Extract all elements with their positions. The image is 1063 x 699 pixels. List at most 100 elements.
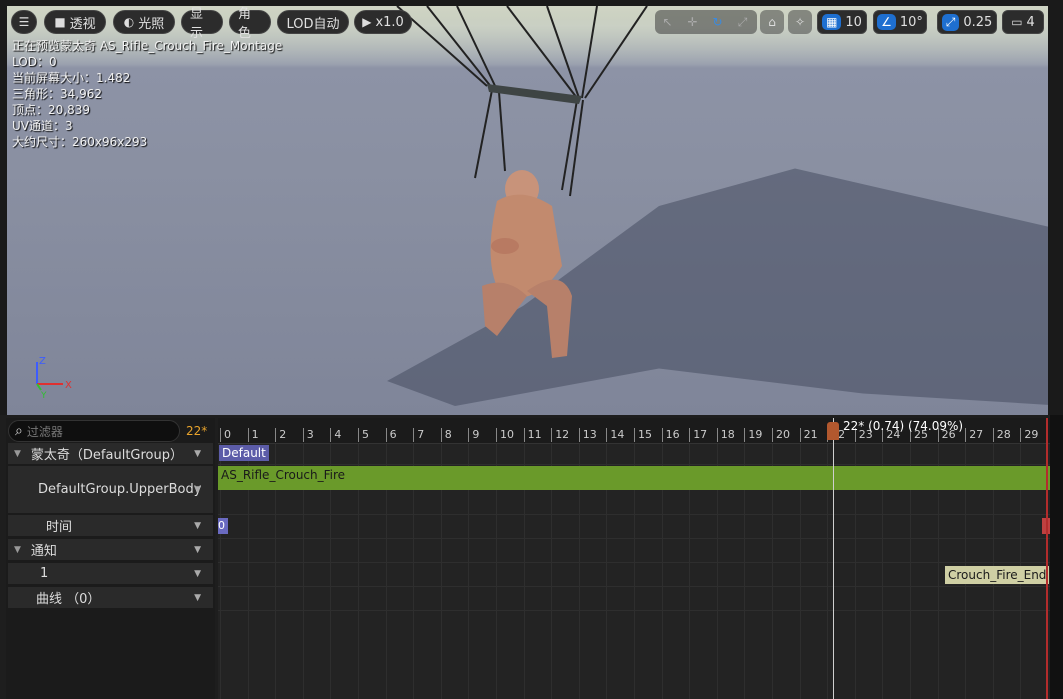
timeline-tick: 3: [302, 428, 314, 442]
timeline-tick: 29: [1020, 428, 1038, 442]
character-button[interactable]: 角色: [229, 7, 271, 41]
start-marker[interactable]: 0: [218, 518, 228, 534]
timeline-tick: 18: [716, 428, 735, 442]
grid-line: [606, 418, 608, 699]
timeline-tick: 13: [578, 428, 597, 442]
row-divider: [218, 464, 1050, 465]
notify-event[interactable]: Crouch_Fire_End: [945, 566, 1050, 584]
notify-row[interactable]: ▼ 通知 ▼: [8, 539, 213, 560]
scale-snap-icon: ⤢: [941, 13, 960, 31]
grid-line: [772, 418, 773, 699]
notify-track-row[interactable]: 1 ▼: [8, 563, 213, 584]
filter-search[interactable]: ⌕ 过滤器: [8, 420, 180, 442]
timeline[interactable]: 0123456789101112131415161718192021222324…: [218, 418, 1050, 699]
timeline-tick: 17: [689, 428, 707, 442]
perspective-button[interactable]: ■ 透视: [44, 10, 106, 34]
grid-line: [634, 418, 635, 699]
info-lod: LOD：0: [12, 55, 57, 69]
rotate-icon[interactable]: ↻: [705, 15, 730, 29]
collapse-triangle-icon[interactable]: ▼: [14, 449, 21, 459]
grid-line: [385, 418, 387, 699]
right-scroll-strip[interactable]: [1050, 415, 1063, 699]
camera-speed-value: 4: [1026, 14, 1035, 30]
grid-line: [330, 418, 332, 699]
timeline-tick: 8: [440, 428, 452, 442]
grid-line: [413, 418, 415, 699]
row-divider: [218, 562, 1050, 563]
grid-line: [799, 418, 801, 699]
section-tag[interactable]: Default: [219, 445, 269, 461]
timeline-tick: 6: [385, 428, 397, 442]
timeline-tick: 9: [468, 428, 479, 442]
curves-row[interactable]: 曲线 （0） ▼: [8, 587, 213, 608]
timeline-tick: 7: [413, 428, 424, 442]
select-icon[interactable]: ↖: [655, 15, 680, 29]
playhead[interactable]: [833, 418, 834, 699]
info-screen-size: 当前屏幕大小：1.482: [12, 71, 131, 85]
timeline-tick: 27: [965, 428, 983, 442]
chevron-down-icon[interactable]: ▼: [194, 485, 201, 495]
row-divider: [218, 586, 1050, 587]
timeline-tick: 14: [606, 428, 624, 442]
timeline-tick: 12: [551, 428, 569, 442]
chevron-down-icon[interactable]: ▼: [194, 593, 201, 603]
surface-snap-button[interactable]: ✧: [788, 10, 812, 34]
cube-icon: ■: [54, 15, 66, 29]
timeline-tick: 5: [358, 428, 369, 442]
playhead-handle[interactable]: [827, 422, 839, 440]
play-speed-button[interactable]: ▶ x1.0: [354, 10, 412, 34]
timeline-tick: 11: [523, 428, 542, 442]
collapse-triangle-icon[interactable]: ▼: [14, 545, 21, 555]
montage-row[interactable]: ▼ 蒙太奇（DefaultGroup） ▼: [8, 443, 213, 464]
timeline-tick: 16: [661, 428, 680, 442]
grid-line: [716, 418, 718, 699]
info-approx-size: 大约尺寸：260x96x293: [12, 135, 148, 149]
chevron-down-icon[interactable]: ▼: [194, 521, 201, 531]
show-button[interactable]: 显示: [181, 7, 223, 41]
grid-line: [882, 418, 884, 699]
character-label: 角色: [238, 7, 252, 41]
grid-line: [689, 418, 691, 699]
lighting-button[interactable]: ◐ 光照: [113, 10, 175, 34]
grid-line: [1020, 418, 1022, 699]
move-icon[interactable]: ✛: [680, 15, 705, 29]
timeline-tick: 0: [220, 428, 231, 442]
axis-z-label: Z: [39, 356, 46, 367]
coordinate-icon: ⌂: [768, 15, 776, 29]
montage-segment[interactable]: AS_Rifle_Crouch_Fire: [218, 466, 1050, 490]
grid-snap-button[interactable]: ▦ 10: [817, 10, 867, 34]
track-list: ⌕ 过滤器 22* ▼ 蒙太奇（DefaultGroup） ▼ DefaultG…: [6, 418, 215, 699]
preview-info: 正在预览蒙太奇 AS_Rifle_Crouch_Fire_Montage LOD…: [12, 38, 282, 150]
camera-speed-button[interactable]: ▭ 4: [1002, 10, 1044, 34]
chevron-down-icon[interactable]: ▼: [194, 545, 201, 555]
grid-line: [551, 418, 553, 699]
viewport[interactable]: ☰ ■ 透视 ◐ 光照 显示 角色 LOD自动 ▶ x1.0 ↖ ✛ ↻ ⤢ ⌂ ✧ ▦ 10…: [7, 6, 1048, 415]
axis-gizmo-icon: Z X Y: [36, 356, 72, 401]
scale-snap-button[interactable]: ⤢ 0.25: [937, 10, 997, 34]
end-line: [1046, 418, 1048, 699]
filter-placeholder: 过滤器: [26, 424, 63, 439]
timeline-tick: 1: [247, 428, 259, 442]
grid-line: [468, 418, 470, 699]
playhead-label: 22* (0.74) (74.09%): [843, 419, 964, 433]
menu-button[interactable]: ☰: [11, 10, 37, 34]
grid-line: [496, 418, 497, 699]
slot-row[interactable]: DefaultGroup.UpperBody ▼: [8, 466, 213, 513]
chevron-down-icon[interactable]: ▼: [194, 569, 201, 579]
time-label: 时间: [46, 520, 73, 535]
notify-label: 通知: [30, 544, 57, 559]
chevron-down-icon[interactable]: ▼: [194, 449, 201, 459]
grid-line: [910, 418, 911, 699]
angle-icon: ∠: [877, 14, 896, 30]
grid-line: [578, 418, 580, 699]
time-row[interactable]: 时间 ▼: [8, 515, 213, 536]
grid-line: [302, 418, 304, 699]
timeline-tick: 10: [496, 428, 514, 442]
character-model: [396, 6, 648, 358]
scale-icon[interactable]: ⤢: [730, 15, 755, 30]
timeline-tick: 4: [330, 428, 341, 442]
lod-button[interactable]: LOD自动: [277, 10, 349, 34]
perspective-label: 透视: [69, 16, 96, 32]
rotation-snap-button[interactable]: ∠ 10°: [873, 10, 927, 34]
coordinate-space-button[interactable]: ⌂: [760, 10, 784, 34]
